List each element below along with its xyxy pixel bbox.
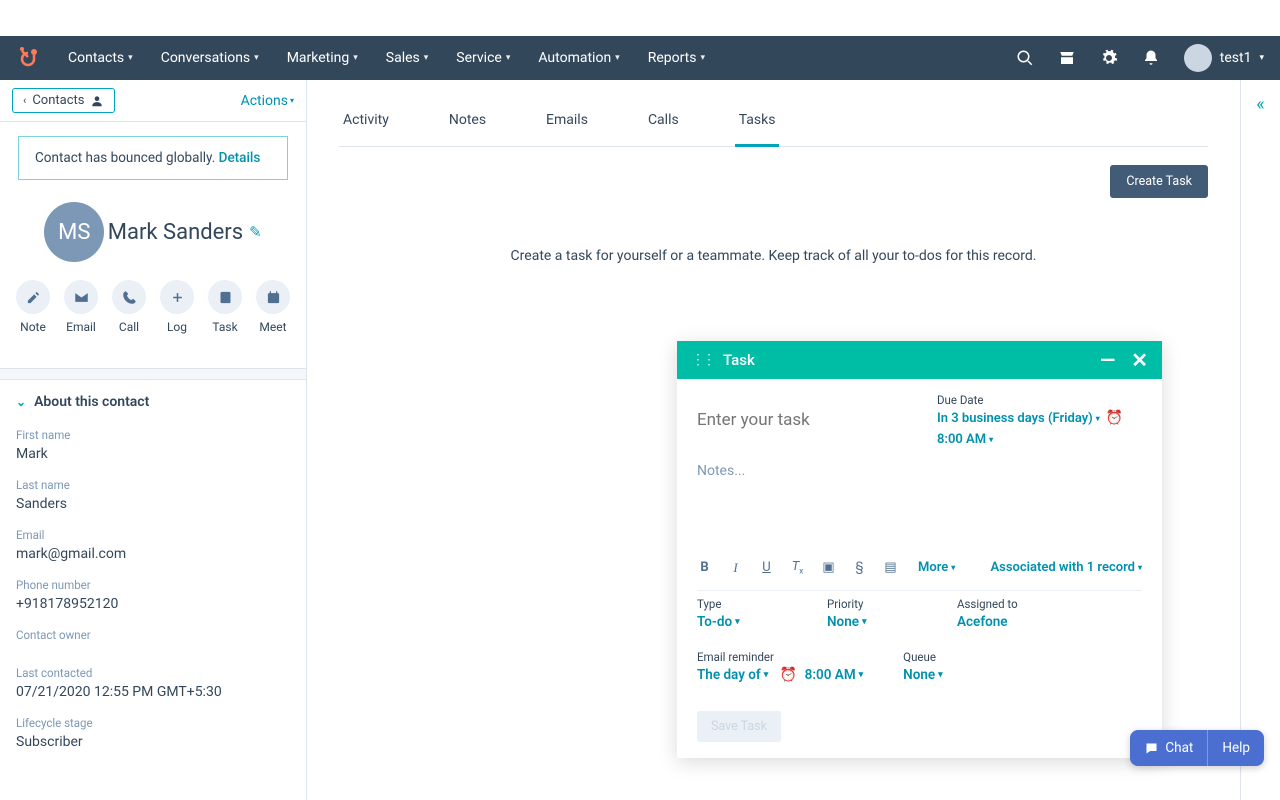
chat-button[interactable]: Chat — [1130, 730, 1207, 766]
nav-menu: Contacts▾ Conversations▾ Marketing▾ Sale… — [68, 50, 705, 66]
back-to-contacts-button[interactable]: ‹ Contacts — [12, 88, 115, 113]
actions-dropdown[interactable]: Actions▾ — [241, 93, 294, 109]
reminder-time-dropdown[interactable]: 8:00 AM▾ — [805, 667, 864, 683]
about-contact-header[interactable]: ⌄ About this contact — [16, 394, 290, 410]
notifications-bell-icon[interactable] — [1142, 49, 1160, 67]
associated-records-dropdown[interactable]: Associated with 1 record▾ — [990, 560, 1142, 575]
bounce-details-link[interactable]: Details — [219, 150, 261, 166]
note-button[interactable] — [16, 280, 50, 314]
last-contacted-value: 07/21/2020 12:55 PM GMT+5:30 — [16, 684, 290, 700]
task-priority-dropdown[interactable]: None▾ — [827, 614, 867, 630]
task-type-dropdown[interactable]: To-do▾ — [697, 614, 740, 630]
create-task-button[interactable]: Create Task — [1110, 165, 1208, 198]
email-value[interactable]: mark@gmail.com — [16, 546, 290, 562]
phone-value[interactable]: +918178952120 — [16, 596, 290, 612]
nav-sales[interactable]: Sales▾ — [386, 50, 429, 66]
task-queue-dropdown[interactable]: None▾ — [903, 667, 943, 683]
clear-format-icon[interactable]: Tx — [790, 559, 805, 576]
marketplace-icon[interactable] — [1058, 49, 1076, 67]
alarm-icon: ⏰ — [1106, 410, 1123, 426]
contact-avatar: MS — [44, 202, 104, 262]
close-icon[interactable]: ✕ — [1131, 353, 1148, 367]
snippet-icon[interactable]: ▤ — [883, 560, 898, 575]
image-icon[interactable]: ▣ — [821, 560, 836, 575]
chat-icon — [1144, 741, 1159, 756]
task-assigned-dropdown[interactable]: Acefone — [957, 614, 1008, 630]
due-date-picker[interactable]: In 3 business days (Friday)▾ — [937, 411, 1100, 426]
bold-icon[interactable]: B — [697, 560, 712, 575]
user-label: test1 — [1220, 50, 1252, 66]
user-menu[interactable]: test1 ▾ — [1184, 44, 1264, 72]
log-button[interactable] — [160, 280, 194, 314]
tasks-empty-state: Create a task for yourself or a teammate… — [339, 248, 1208, 264]
tab-notes[interactable]: Notes — [445, 102, 490, 147]
hubspot-logo-icon — [16, 46, 40, 70]
tab-emails[interactable]: Emails — [542, 102, 592, 147]
lifecycle-value[interactable]: Subscriber — [16, 734, 290, 750]
nav-contacts[interactable]: Contacts▾ — [68, 50, 133, 66]
drag-handle-icon[interactable]: ⋮⋮ — [691, 352, 713, 368]
call-button[interactable] — [112, 280, 146, 314]
due-time-picker[interactable]: 8:00 AM▾ — [937, 432, 993, 447]
help-widget: Chat Help — [1130, 730, 1264, 766]
bounce-alert: Contact has bounced globally. Details — [18, 136, 288, 180]
tab-calls[interactable]: Calls — [644, 102, 683, 147]
save-task-button[interactable]: Save Task — [697, 711, 781, 742]
task-panel-title: Task — [723, 351, 755, 369]
tab-tasks[interactable]: Tasks — [735, 102, 780, 147]
task-create-panel: ⋮⋮ Task — ✕ Due Date In 3 business days … — [677, 341, 1162, 758]
email-button[interactable] — [64, 280, 98, 314]
nav-conversations[interactable]: Conversations▾ — [161, 50, 259, 66]
link-icon[interactable]: § — [852, 560, 867, 575]
right-panel-collapsed: « — [1240, 80, 1280, 800]
settings-gear-icon[interactable] — [1100, 49, 1118, 67]
meet-button[interactable] — [256, 280, 290, 314]
tab-activity[interactable]: Activity — [339, 102, 393, 147]
italic-icon[interactable]: I — [728, 560, 743, 576]
nav-marketing[interactable]: Marketing▾ — [287, 50, 358, 66]
reminder-date-dropdown[interactable]: The day of▾ — [697, 667, 768, 683]
task-title-input[interactable] — [697, 393, 919, 447]
contact-name: Mark Sanders — [108, 220, 243, 245]
expand-right-panel-icon[interactable]: « — [1256, 94, 1264, 800]
search-icon[interactable] — [1016, 49, 1034, 67]
user-avatar-icon — [1184, 44, 1212, 72]
top-navbar: Contacts▾ Conversations▾ Marketing▾ Sale… — [0, 36, 1280, 80]
nav-reports[interactable]: Reports▾ — [648, 50, 705, 66]
nav-automation[interactable]: Automation▾ — [538, 50, 619, 66]
last-name-value[interactable]: Sanders — [16, 496, 290, 512]
underline-icon[interactable]: U — [759, 560, 774, 575]
first-name-value[interactable]: Mark — [16, 446, 290, 462]
nav-service[interactable]: Service▾ — [456, 50, 510, 66]
contact-icon — [90, 94, 104, 108]
task-button[interactable] — [208, 280, 242, 314]
alarm-icon: ⏰ — [780, 667, 797, 683]
task-notes-input[interactable]: Notes... — [697, 463, 1142, 553]
record-tabs: Activity Notes Emails Calls Tasks — [339, 90, 1208, 147]
edit-name-icon[interactable]: ✎ — [249, 223, 262, 241]
help-button[interactable]: Help — [1207, 730, 1264, 766]
more-formatting-dropdown[interactable]: More▾ — [918, 560, 955, 575]
minimize-icon[interactable]: — — [1100, 353, 1115, 367]
contact-sidebar: ‹ Contacts Actions▾ Contact has bounced … — [0, 80, 307, 800]
